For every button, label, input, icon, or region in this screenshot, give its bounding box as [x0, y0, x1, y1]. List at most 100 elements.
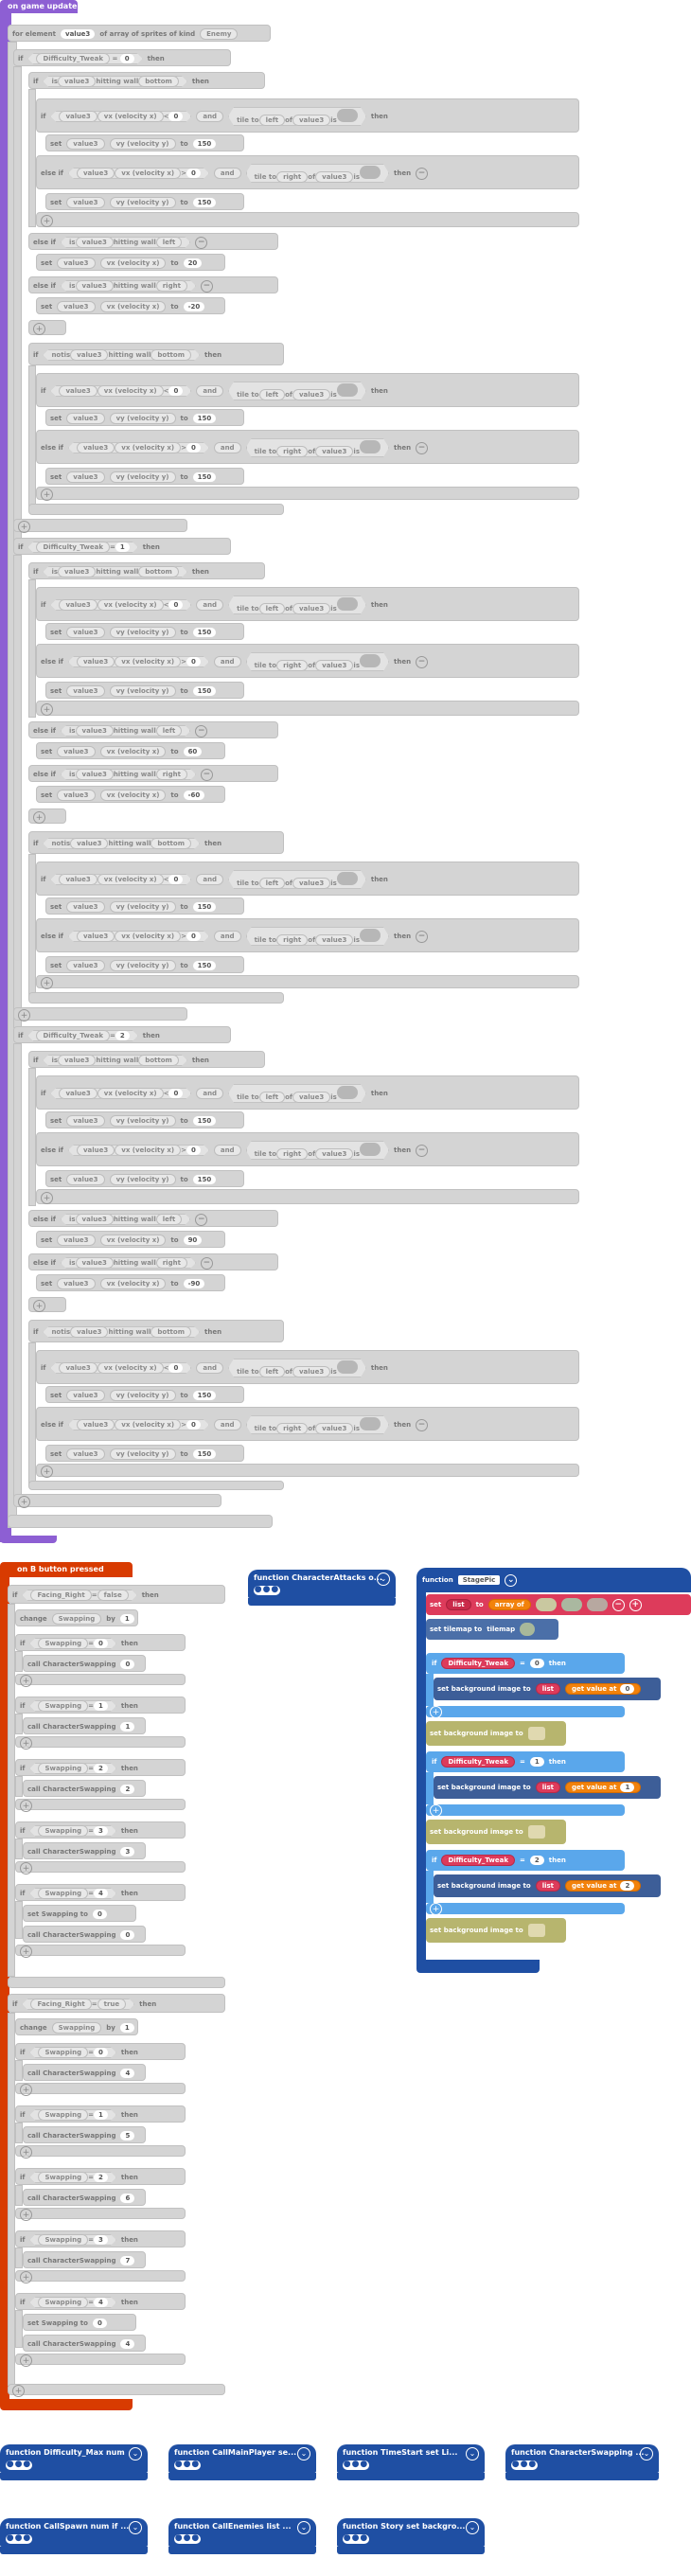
hitting-wall-right-cond[interactable]: is value3 hitting wall right — [61, 280, 196, 292]
swapping-var[interactable]: Swapping — [38, 1825, 88, 1837]
facing-true-if[interactable]: if Facing_Right = true then — [8, 1994, 225, 2013]
remove-branch-icon[interactable]: − — [416, 1418, 429, 1431]
add-branch-icon[interactable]: + — [430, 1706, 442, 1718]
tile-image-icon[interactable] — [360, 440, 381, 453]
value3-var[interactable]: value3 — [77, 442, 115, 453]
tile-left-cond[interactable]: tile to left of value3 is — [228, 1359, 366, 1377]
add-branch-icon[interactable]: + — [20, 1675, 32, 1687]
facing-false-if[interactable]: if Facing_Right = false then — [8, 1585, 225, 1604]
hitting-wall-left-cond[interactable]: is value3 hitting wall left — [61, 1214, 190, 1225]
swapping-eq-cond[interactable]: Swapping = 1 — [29, 2109, 115, 2121]
value3-var[interactable]: value3 — [76, 769, 114, 780]
index-value[interactable]: 2 — [620, 1881, 635, 1891]
zero-value[interactable]: 0 — [168, 875, 183, 884]
tile-image-icon[interactable] — [337, 109, 358, 122]
value3-var[interactable]: value3 — [66, 960, 105, 971]
value3-var[interactable]: value3 — [59, 1088, 97, 1099]
left-dropdown[interactable]: left — [259, 1366, 286, 1377]
l2-bottom-if[interactable]: if is value3 hitting wall bottom then — [28, 1051, 265, 1068]
remove-branch-icon[interactable]: − — [200, 768, 213, 781]
swapping-eq-cond[interactable]: Swapping = 1 — [29, 1700, 115, 1712]
image-thumb-icon[interactable] — [586, 1598, 608, 1611]
add-branch-icon[interactable]: + — [20, 1862, 32, 1874]
vy-value[interactable]: 150 — [192, 198, 217, 207]
vx-dropdown[interactable]: vx (velocity x) — [99, 258, 167, 269]
l0-inner-if-1[interactable]: if value3 vx (velocity x) <0 and tile to le… — [36, 98, 579, 133]
hitting-wall-bottom-cond[interactable]: is value3 hitting wall bottom — [43, 566, 186, 577]
swapping-eq-cond[interactable]: Swapping = 0 — [29, 1638, 115, 1649]
l1-set-vx-right[interactable]: set value3 vx (velocity x) to -60 — [36, 786, 225, 803]
l2-else-if-left[interactable]: else if is value3 hitting wall left − — [28, 1210, 278, 1227]
expand-dots[interactable]: ●●● — [174, 2461, 201, 2470]
swapping-eq-cond[interactable]: Swapping = 2 — [29, 2172, 115, 2183]
change-swapping-2[interactable]: change Swapping by 1 — [15, 2018, 138, 2035]
call-character-swapping[interactable]: call CharacterSwapping 0 — [23, 1655, 146, 1672]
and-dropdown[interactable]: and — [196, 1362, 224, 1374]
fn-card[interactable]: function CallEnemies list ... ●●● ⌄ — [168, 2518, 316, 2554]
value3-var[interactable]: value3 — [76, 237, 114, 248]
swap-value[interactable]: 3 — [94, 2235, 108, 2245]
value3-var[interactable]: value3 — [66, 1390, 105, 1401]
side-dropdown[interactable]: bottom — [151, 1326, 191, 1338]
stagepic-function-block[interactable]: function StagePic ⌄ — [416, 1568, 691, 1592]
swap-if-block[interactable]: if Swapping = 0 then — [15, 1634, 186, 1651]
l0-set-vx-left[interactable]: set value3 vx (velocity x) to 20 — [36, 254, 225, 271]
fn-card[interactable]: function CallSpawn num if ... ●●● ⌄ — [0, 2518, 148, 2554]
value3-var[interactable]: value3 — [66, 138, 105, 150]
value3-var[interactable]: value3 — [292, 878, 330, 889]
tile-right-cond[interactable]: tile to right of value3 is — [246, 438, 389, 457]
swap-if-block[interactable]: if Swapping = 1 then — [15, 1697, 186, 1714]
vx-lt-zero-cond[interactable]: value3 vx (velocity x) <0 — [50, 1088, 191, 1099]
hitting-wall-bottom-cond[interactable]: is value3 hitting wall bottom — [43, 1055, 186, 1066]
value3-var[interactable]: value3 — [59, 874, 97, 885]
get-value-at-block[interactable]: get value at 1 — [565, 1782, 642, 1793]
l1-nb-inner-if[interactable]: if value3 vx (velocity x) <0 and tile to left o… — [36, 862, 579, 896]
vy-dropdown[interactable]: vy (velocity y) — [109, 1174, 176, 1185]
tile-right-cond[interactable]: tile to right of value3 is — [246, 927, 389, 946]
left-dropdown[interactable]: left — [259, 1092, 286, 1103]
background-thumb-icon[interactable] — [527, 1924, 545, 1937]
vx-gt-zero-cond[interactable]: value3 vx (velocity x) >0 — [68, 442, 209, 453]
level-0-value[interactable]: 0 — [120, 54, 134, 63]
add-branch-icon[interactable]: + — [20, 1800, 32, 1812]
expand-dots[interactable]: ●●● — [343, 2534, 369, 2544]
difficulty-var[interactable]: Difficulty_Tweak — [441, 1756, 516, 1768]
vx-dropdown[interactable]: vx (velocity x) — [99, 790, 167, 801]
swap-if-block[interactable]: if Swapping = 3 then — [15, 1821, 186, 1839]
vx-value[interactable]: 90 — [183, 1235, 203, 1245]
value3-var[interactable]: value3 — [76, 1214, 114, 1225]
call-arg[interactable]: 0 — [120, 1660, 135, 1669]
call-character-swapping[interactable]: call CharacterSwapping 5 — [23, 2126, 146, 2143]
stage-if-block[interactable]: if Difficulty_Tweak = 1 then — [426, 1751, 625, 1772]
chevron-down-icon[interactable]: ⌄ — [466, 2447, 479, 2461]
add-branch-icon[interactable]: + — [12, 2385, 25, 2397]
and-dropdown[interactable]: and — [213, 442, 241, 453]
by-value[interactable]: 1 — [119, 1614, 134, 1624]
set-bg-from-list[interactable]: set background image to list get value at 2 — [434, 1874, 661, 1897]
not-hitting-bottom-cond[interactable]: notis value3 hitting wall bottom — [43, 349, 200, 361]
add-branch-icon[interactable]: + — [18, 1496, 30, 1508]
swapping-var[interactable]: Swapping — [51, 2022, 102, 2034]
swap-if-block[interactable]: if Swapping = 2 then — [15, 2168, 186, 2185]
vx-value[interactable]: -60 — [183, 791, 205, 800]
value3-var[interactable]: value3 — [77, 1145, 115, 1156]
difficulty-var[interactable]: Difficulty_Tweak — [441, 1658, 516, 1669]
add-branch-icon[interactable]: + — [430, 1804, 442, 1817]
tile-right-cond[interactable]: tile to right of value3 is — [246, 1415, 389, 1434]
add-branch-icon[interactable]: + — [41, 977, 53, 989]
add-branch-icon[interactable]: + — [18, 521, 30, 533]
fn-card[interactable]: function TimeStart set Li... ●●● ⌄ — [337, 2444, 485, 2480]
value3-var[interactable]: value3 — [76, 725, 114, 737]
side-dropdown[interactable]: bottom — [138, 1055, 179, 1066]
tile-left-cond[interactable]: tile to left of value3 is — [228, 870, 366, 889]
expand-dots[interactable]: ●●● — [174, 2534, 201, 2544]
value3-var[interactable]: value3 — [292, 1092, 330, 1103]
value3-var[interactable]: value3 — [315, 171, 353, 183]
value3-var[interactable]: value3 — [70, 1326, 108, 1338]
function-name-input[interactable]: StagePic — [457, 1575, 501, 1585]
set-bg-image-block[interactable]: set background image to — [426, 1918, 566, 1943]
vx-lt-zero-cond[interactable]: value3 vx (velocity x) <0 — [50, 599, 191, 611]
tile-right-cond[interactable]: tile to right of value3 is — [246, 1141, 389, 1160]
not-hitting-bottom-cond[interactable]: notis value3 hitting wall bottom — [43, 1326, 200, 1338]
set-swapping-block[interactable]: set Swapping to 0 — [23, 1905, 136, 1922]
